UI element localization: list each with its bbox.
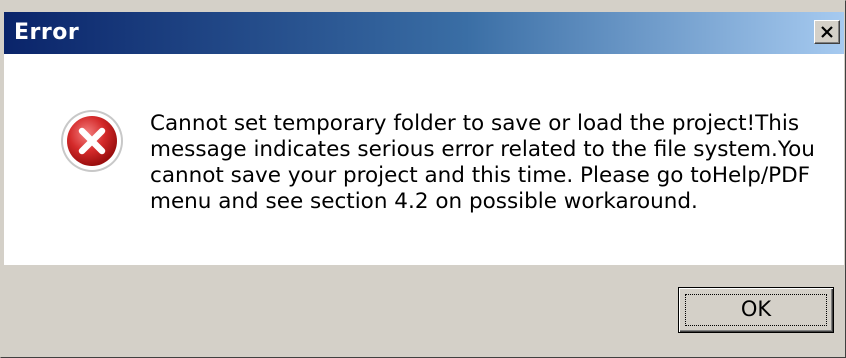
ok-button-label: OK	[740, 297, 772, 321]
close-button[interactable]	[814, 20, 840, 44]
error-message: Cannot set temporary folder to save or l…	[150, 111, 815, 214]
message-area: Cannot set temporary folder to save or l…	[4, 54, 844, 265]
close-icon	[821, 26, 833, 38]
error-icon	[59, 108, 125, 174]
error-dialog: Error Cannot set temporary folder to sav…	[0, 0, 846, 358]
ok-button[interactable]: OK	[678, 287, 834, 333]
title-bar[interactable]: Error	[4, 12, 844, 54]
window-title: Error	[14, 20, 80, 45]
button-area: OK	[4, 265, 844, 357]
